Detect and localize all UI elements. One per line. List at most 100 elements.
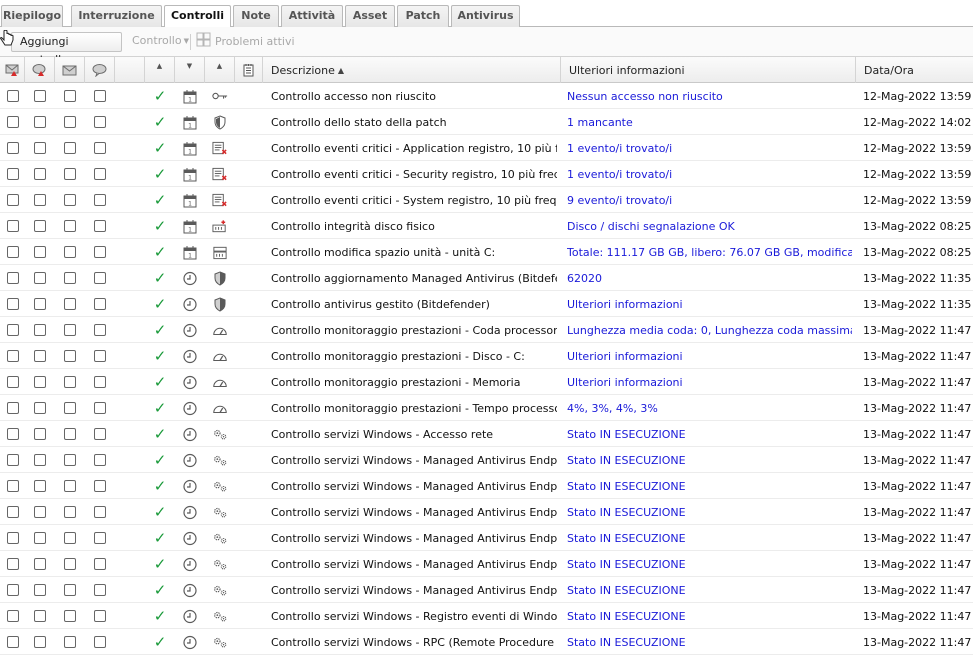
- message-checkbox[interactable]: [94, 532, 106, 544]
- email-checkbox[interactable]: [64, 480, 76, 492]
- add-check-button[interactable]: Aggiungi controllo▼: [11, 32, 122, 66]
- message-checkbox[interactable]: [94, 220, 106, 232]
- email-alert-checkbox[interactable]: [6, 402, 19, 414]
- sms-alert-checkbox[interactable]: [34, 402, 46, 414]
- email-checkbox[interactable]: [64, 532, 76, 544]
- email-alert-checkbox[interactable]: [6, 168, 19, 180]
- email-checkbox[interactable]: [64, 194, 76, 206]
- table-row[interactable]: ✓ Controllo servizi Windows - Accesso ret…: [0, 421, 973, 447]
- email-alert-checkbox[interactable]: [6, 428, 19, 440]
- check-info-link[interactable]: Ulteriori informazioni: [567, 350, 683, 363]
- tab-patch[interactable]: Patch: [397, 5, 449, 27]
- sms-alert-checkbox[interactable]: [34, 220, 46, 232]
- col-header-email-alert[interactable]: [0, 57, 25, 83]
- sms-alert-checkbox[interactable]: [34, 454, 46, 466]
- tab-antivirus[interactable]: Antivirus: [451, 5, 520, 27]
- email-checkbox[interactable]: [64, 506, 76, 518]
- col-header-info[interactable]: Ulteriori informazioni: [561, 57, 856, 83]
- message-checkbox[interactable]: [94, 402, 106, 414]
- sms-alert-checkbox[interactable]: [34, 324, 46, 336]
- email-alert-checkbox[interactable]: [6, 532, 19, 544]
- message-checkbox[interactable]: [94, 90, 106, 102]
- email-checkbox[interactable]: [64, 402, 76, 414]
- sms-alert-checkbox[interactable]: [34, 272, 46, 284]
- email-checkbox[interactable]: [64, 428, 76, 440]
- table-row[interactable]: ✓ Controllo servizi Windows - Registro ev…: [0, 603, 973, 629]
- email-alert-checkbox[interactable]: [6, 454, 19, 466]
- sms-alert-checkbox[interactable]: [34, 558, 46, 570]
- sms-alert-checkbox[interactable]: [34, 116, 46, 128]
- tab-attivit-[interactable]: Attività: [281, 5, 343, 27]
- sms-alert-checkbox[interactable]: [34, 532, 46, 544]
- email-alert-checkbox[interactable]: [6, 220, 19, 232]
- email-checkbox[interactable]: [64, 142, 76, 154]
- tab-asset[interactable]: Asset: [345, 5, 395, 27]
- check-info-link[interactable]: Nessun accesso non riuscito: [567, 90, 723, 103]
- col-header-email[interactable]: [55, 57, 85, 83]
- tab-riepilogo[interactable]: Riepilogo: [1, 5, 63, 27]
- check-info-link[interactable]: 1 evento/i trovato/i: [567, 168, 672, 181]
- check-info-link[interactable]: Stato IN ESECUZIONE: [567, 428, 686, 441]
- table-row[interactable]: ✓ 1 Controllo eventi critici - Security re…: [0, 161, 973, 187]
- check-info-link[interactable]: Stato IN ESECUZIONE: [567, 636, 686, 649]
- email-checkbox[interactable]: [64, 298, 76, 310]
- email-alert-checkbox[interactable]: [6, 272, 19, 284]
- email-alert-checkbox[interactable]: [6, 298, 19, 310]
- col-header-schedule[interactable]: ▼: [175, 57, 205, 83]
- table-row[interactable]: ✓ 1 Controllo integrità disco fisico Disco …: [0, 213, 973, 239]
- email-alert-checkbox[interactable]: [6, 584, 19, 596]
- check-info-link[interactable]: Lunghezza media coda: 0, Lunghezza coda …: [567, 324, 852, 337]
- table-row[interactable]: ✓ 1 Controllo modifica spazio unità - unit…: [0, 239, 973, 265]
- email-alert-checkbox[interactable]: [6, 194, 19, 206]
- tab-note[interactable]: Note: [233, 5, 279, 27]
- check-info-link[interactable]: 62020: [567, 272, 602, 285]
- message-checkbox[interactable]: [94, 116, 106, 128]
- table-row[interactable]: ✓ Controllo servizi Windows - Managed Ant…: [0, 447, 973, 473]
- tab-controlli[interactable]: Controlli: [164, 5, 231, 28]
- sms-alert-checkbox[interactable]: [34, 584, 46, 596]
- message-checkbox[interactable]: [94, 636, 106, 648]
- sms-alert-checkbox[interactable]: [34, 350, 46, 362]
- email-alert-checkbox[interactable]: [6, 324, 19, 336]
- sms-alert-checkbox[interactable]: [34, 506, 46, 518]
- table-row[interactable]: ✓ Controllo servizi Windows - Managed Ant…: [0, 525, 973, 551]
- sms-alert-checkbox[interactable]: [34, 610, 46, 622]
- table-row[interactable]: ✓ Controllo servizi Windows - Managed Ant…: [0, 551, 973, 577]
- sms-alert-checkbox[interactable]: [34, 636, 46, 648]
- check-info-link[interactable]: 4%, 3%, 4%, 3%: [567, 402, 658, 415]
- check-info-link[interactable]: Stato IN ESECUZIONE: [567, 610, 686, 623]
- table-row[interactable]: ✓ 1 Controllo eventi critici - System regi…: [0, 187, 973, 213]
- email-alert-checkbox[interactable]: [6, 480, 19, 492]
- check-info-link[interactable]: Stato IN ESECUZIONE: [567, 506, 686, 519]
- col-header-sms-alert[interactable]: [25, 57, 55, 83]
- email-alert-checkbox[interactable]: [6, 350, 19, 362]
- message-checkbox[interactable]: [94, 480, 106, 492]
- message-checkbox[interactable]: [94, 142, 106, 154]
- email-alert-checkbox[interactable]: [6, 506, 19, 518]
- table-row[interactable]: ✓ Controllo monitoraggio prestazioni - Co…: [0, 317, 973, 343]
- email-checkbox[interactable]: [64, 116, 76, 128]
- check-info-link[interactable]: Disco / dischi segnalazione OK: [567, 220, 735, 233]
- message-checkbox[interactable]: [94, 324, 106, 336]
- email-alert-checkbox[interactable]: [6, 610, 19, 622]
- col-header-date[interactable]: Data/Ora: [856, 57, 973, 83]
- col-header-description[interactable]: Descrizione ▲: [263, 57, 561, 83]
- message-checkbox[interactable]: [94, 454, 106, 466]
- email-alert-checkbox[interactable]: [6, 246, 19, 258]
- col-header-message[interactable]: [85, 57, 115, 83]
- message-checkbox[interactable]: [94, 298, 106, 310]
- col-header-notes[interactable]: [235, 57, 263, 83]
- active-problems-button[interactable]: Problemi attivi: [196, 32, 295, 52]
- email-checkbox[interactable]: [64, 558, 76, 570]
- check-info-link[interactable]: 1 mancante: [567, 116, 633, 129]
- table-row[interactable]: ✓ Controllo monitoraggio prestazioni - Me…: [0, 369, 973, 395]
- message-checkbox[interactable]: [94, 168, 106, 180]
- table-row[interactable]: ✓ 1 Controllo accesso non riuscito Nessun a…: [0, 83, 973, 109]
- sms-alert-checkbox[interactable]: [34, 194, 46, 206]
- message-checkbox[interactable]: [94, 506, 106, 518]
- email-checkbox[interactable]: [64, 220, 76, 232]
- message-checkbox[interactable]: [94, 584, 106, 596]
- email-alert-checkbox[interactable]: [6, 376, 19, 388]
- check-menu-button[interactable]: Controllo ▼: [132, 32, 189, 52]
- email-checkbox[interactable]: [64, 454, 76, 466]
